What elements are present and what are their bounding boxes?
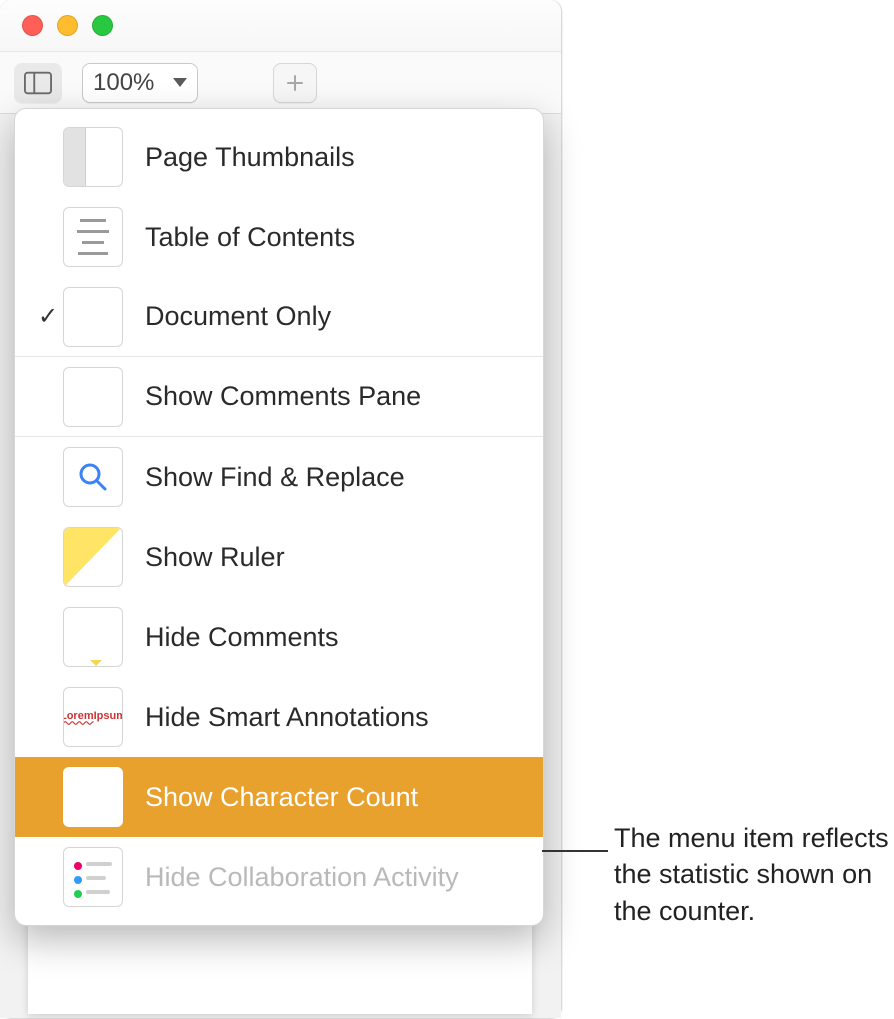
view-menu: Page Thumbnails Table of Contents ✓ Docu… bbox=[14, 108, 544, 926]
app-window: 100% Page Thumbnails Table of Contents bbox=[0, 0, 562, 1019]
checkmark-icon: ✓ bbox=[35, 302, 61, 331]
plus-icon bbox=[284, 72, 306, 94]
menu-item-label: Table of Contents bbox=[145, 222, 527, 253]
sidebar-icon bbox=[24, 71, 52, 95]
page-thumbnails-icon bbox=[63, 127, 123, 187]
menu-item-label: Hide Smart Annotations bbox=[145, 702, 527, 733]
menu-item-document-only[interactable]: ✓ Document Only bbox=[15, 277, 543, 357]
menu-item-show-character-count[interactable]: 42 Show Character Count bbox=[15, 757, 543, 837]
view-menu-button[interactable] bbox=[14, 63, 62, 103]
comment-note-icon bbox=[63, 607, 123, 667]
menu-item-hide-smart-annotations[interactable]: LoremIpsum Hide Smart Annotations bbox=[15, 677, 543, 757]
menu-item-show-find-replace[interactable]: Show Find & Replace bbox=[15, 437, 543, 517]
find-replace-icon bbox=[63, 447, 123, 507]
menu-item-label: Document Only bbox=[145, 301, 527, 332]
menu-item-label: Hide Collaboration Activity bbox=[145, 862, 527, 893]
comments-pane-icon bbox=[63, 367, 123, 427]
menu-item-label: Show Find & Replace bbox=[145, 462, 527, 493]
smart-annotations-icon: LoremIpsum bbox=[63, 687, 123, 747]
titlebar bbox=[0, 0, 561, 52]
window-minimize-button[interactable] bbox=[57, 15, 78, 36]
menu-item-label: Show Character Count bbox=[145, 782, 527, 813]
chevron-down-icon bbox=[173, 78, 187, 87]
menu-item-label: Hide Comments bbox=[145, 622, 527, 653]
zoom-value: 100% bbox=[93, 69, 154, 97]
menu-item-show-comments-pane[interactable]: Show Comments Pane bbox=[15, 357, 543, 437]
document-only-icon bbox=[63, 287, 123, 347]
collaboration-activity-icon bbox=[63, 847, 123, 907]
window-zoom-button[interactable] bbox=[92, 15, 113, 36]
menu-item-show-ruler[interactable]: Show Ruler bbox=[15, 517, 543, 597]
menu-item-label: Show Ruler bbox=[145, 542, 527, 573]
menu-item-hide-comments[interactable]: Hide Comments bbox=[15, 597, 543, 677]
add-page-button[interactable] bbox=[273, 63, 317, 103]
menu-item-label: Page Thumbnails bbox=[145, 142, 527, 173]
menu-item-label: Show Comments Pane bbox=[145, 381, 527, 412]
toolbar: 100% bbox=[0, 52, 561, 114]
zoom-dropdown[interactable]: 100% bbox=[82, 63, 198, 103]
table-of-contents-icon bbox=[63, 207, 123, 267]
callout-annotation: The menu item reflects the statistic sho… bbox=[542, 820, 894, 929]
menu-item-table-of-contents[interactable]: Table of Contents bbox=[15, 197, 543, 277]
menu-item-hide-collaboration-activity: Hide Collaboration Activity bbox=[15, 837, 543, 917]
menu-item-page-thumbnails[interactable]: Page Thumbnails bbox=[15, 117, 543, 197]
ruler-icon bbox=[63, 527, 123, 587]
window-close-button[interactable] bbox=[22, 15, 43, 36]
callout-text: The menu item reflects the statistic sho… bbox=[614, 820, 894, 929]
character-count-icon: 42 bbox=[63, 767, 123, 827]
callout-leader-line bbox=[542, 850, 608, 852]
